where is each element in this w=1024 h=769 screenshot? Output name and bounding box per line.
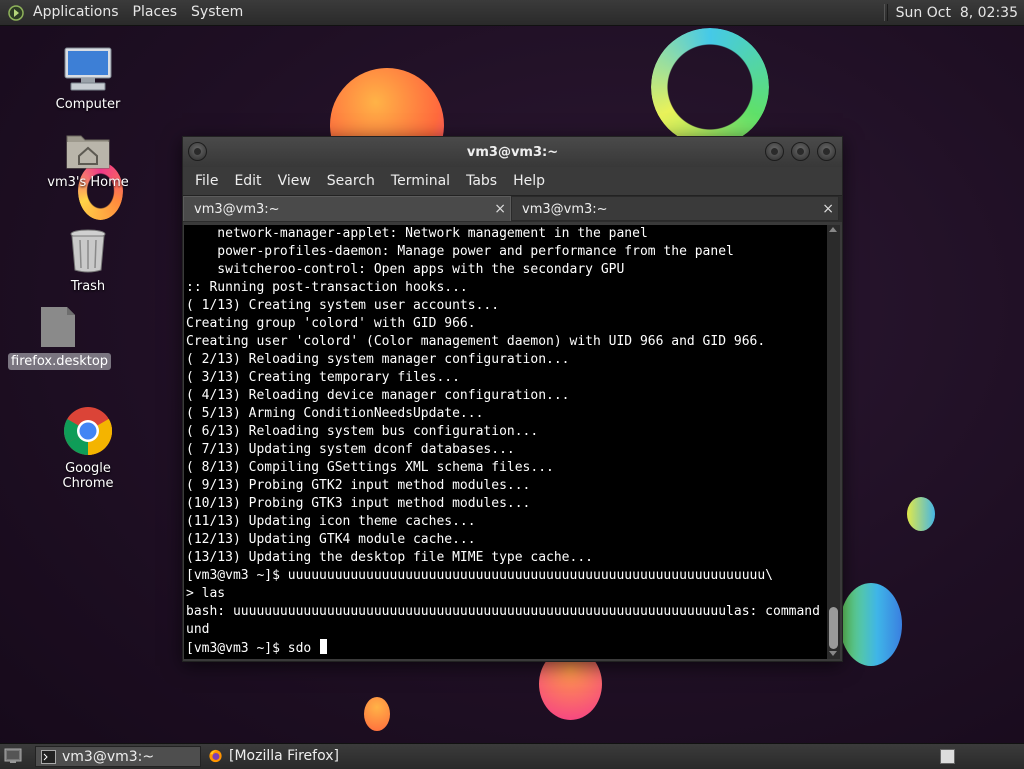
computer-icon bbox=[64, 47, 112, 91]
close-button[interactable] bbox=[817, 142, 836, 161]
terminal-scrollbar[interactable] bbox=[827, 225, 840, 659]
menu-file[interactable]: File bbox=[187, 173, 226, 189]
scroll-down-arrow-icon[interactable] bbox=[829, 651, 837, 656]
menu-edit[interactable]: Edit bbox=[226, 173, 269, 189]
terminal-line: Creating group 'colord' with GID 966. bbox=[186, 316, 476, 331]
desktop-icon-firefox-desktop[interactable]: firefox.desktop bbox=[8, 305, 112, 370]
panel-separator bbox=[883, 4, 888, 21]
chrome-icon bbox=[63, 407, 113, 455]
terminal-line: network-manager-applet: Network manageme… bbox=[186, 226, 648, 241]
terminal-line: ( 4/13) Reloading device manager configu… bbox=[186, 388, 570, 403]
desktop-icon-google-chrome[interactable]: Google Chrome bbox=[38, 406, 138, 492]
taskbar-button-label: vm3@vm3:~ bbox=[62, 749, 155, 765]
show-desktop-icon[interactable] bbox=[4, 748, 22, 764]
terminal-line: (13/13) Updating the desktop file MIME t… bbox=[186, 550, 593, 565]
terminal-line: bash: uuuuuuuuuuuuuuuuuuuuuuuuuuuuuuuuuu… bbox=[186, 604, 827, 619]
terminal-line: ( 5/13) Arming ConditionNeedsUpdate... bbox=[186, 406, 484, 421]
menu-view[interactable]: View bbox=[270, 173, 319, 189]
terminal-line: power-profiles-daemon: Manage power and … bbox=[186, 244, 734, 259]
minimize-button[interactable] bbox=[765, 142, 784, 161]
terminal-prompt-line[interactable]: [vm3@vm3 ~]$ sdo bbox=[186, 639, 827, 657]
menu-terminal[interactable]: Terminal bbox=[383, 173, 458, 189]
clock[interactable]: Sun Oct 8, 02:35 bbox=[896, 5, 1024, 21]
menu-tabs[interactable]: Tabs bbox=[458, 173, 505, 189]
tab-label: vm3@vm3:~ bbox=[194, 202, 280, 217]
terminal-line: ( 3/13) Creating temporary files... bbox=[186, 370, 460, 385]
terminal-line: und bbox=[186, 622, 210, 637]
tab-close-icon[interactable]: × bbox=[494, 197, 506, 222]
top-panel-right: Sun Oct 8, 02:35 bbox=[883, 0, 1024, 25]
desktop-icon-label: vm3's Home bbox=[47, 175, 129, 190]
terminal-line: ( 8/13) Compiling GSettings XML schema f… bbox=[186, 460, 554, 475]
taskbar-button-terminal[interactable]: vm3@vm3:~ bbox=[35, 746, 201, 767]
scrollbar-thumb[interactable] bbox=[829, 607, 838, 649]
terminal-line: switcheroo-control: Open apps with the s… bbox=[186, 262, 625, 277]
top-panel: Applications Places System Sun Oct 8, 02… bbox=[0, 0, 1024, 26]
firefox-icon bbox=[209, 749, 222, 763]
text-cursor bbox=[320, 639, 328, 654]
terminal-line: > las bbox=[186, 586, 226, 601]
terminal-line: (11/13) Updating icon theme caches... bbox=[186, 514, 476, 529]
terminal-line: Creating user 'colord' (Color management… bbox=[186, 334, 766, 349]
menu-help[interactable]: Help bbox=[505, 173, 553, 189]
terminal-line: (10/13) Probing GTK3 input method module… bbox=[186, 496, 531, 511]
terminal-line: (12/13) Updating GTK4 module cache... bbox=[186, 532, 476, 547]
terminal-line: [vm3@vm3 ~]$ uuuuuuuuuuuuuuuuuuuuuuuuuuu… bbox=[186, 568, 773, 583]
maximize-button[interactable] bbox=[791, 142, 810, 161]
terminal-menubar: File Edit View Search Terminal Tabs Help bbox=[183, 167, 842, 195]
terminal-window[interactable]: vm3@vm3:~ File Edit View Search Terminal… bbox=[182, 136, 843, 662]
terminal-icon bbox=[41, 750, 56, 764]
terminal-line: ( 9/13) Probing GTK2 input method module… bbox=[186, 478, 531, 493]
desktop-icon-label: Google Chrome bbox=[62, 461, 114, 491]
wallpaper-green-blob bbox=[907, 497, 935, 531]
wallpaper-blue-blob bbox=[840, 583, 902, 666]
desktop-icon-computer[interactable]: Computer bbox=[38, 46, 138, 113]
tab-close-icon[interactable]: × bbox=[822, 197, 834, 222]
trash-icon bbox=[70, 229, 106, 273]
desktop-icon-label: Trash bbox=[70, 279, 106, 294]
desktop-icon-label: Computer bbox=[55, 97, 121, 112]
workspace-switcher[interactable] bbox=[940, 749, 955, 764]
prompt-text: [vm3@vm3 ~]$ sdo bbox=[186, 641, 320, 656]
tab-label: vm3@vm3:~ bbox=[522, 202, 608, 217]
window-title: vm3@vm3:~ bbox=[466, 145, 559, 160]
terminal-line: :: Running post-transaction hooks... bbox=[186, 280, 468, 295]
taskbar-button-firefox[interactable]: [Mozilla Firefox] bbox=[203, 746, 403, 767]
menu-search[interactable]: Search bbox=[319, 173, 383, 189]
applications-logo-icon[interactable] bbox=[8, 4, 24, 21]
terminal-tab-2[interactable]: vm3@vm3:~ × bbox=[511, 196, 839, 221]
terminal-line: ( 7/13) Updating system dconf databases.… bbox=[186, 442, 515, 457]
terminal-line: ( 2/13) Reloading system manager configu… bbox=[186, 352, 570, 367]
terminal-tab-1[interactable]: vm3@vm3:~ × bbox=[183, 196, 511, 221]
places-menu[interactable]: Places bbox=[126, 0, 185, 25]
terminal-tabbar: vm3@vm3:~ × vm3@vm3:~ × bbox=[183, 195, 842, 222]
applications-menu[interactable]: Applications bbox=[26, 0, 126, 25]
window-titlebar[interactable]: vm3@vm3:~ bbox=[183, 137, 842, 167]
wallpaper-ring bbox=[651, 28, 769, 146]
desktop-icon-label: firefox.desktop bbox=[8, 353, 112, 370]
wallpaper-small-orange-blob bbox=[364, 697, 390, 731]
desktop-icon-trash[interactable]: Trash bbox=[38, 228, 138, 295]
desktop-icon-home[interactable]: vm3's Home bbox=[38, 128, 138, 191]
terminal-output[interactable]: network-manager-applet: Network manageme… bbox=[184, 225, 827, 659]
bottom-panel: vm3@vm3:~ [Mozilla Firefox] bbox=[0, 743, 1024, 769]
scroll-up-arrow-icon[interactable] bbox=[829, 227, 837, 232]
file-icon bbox=[41, 307, 75, 347]
terminal-line: ( 1/13) Creating system user accounts... bbox=[186, 298, 500, 313]
home-folder-icon bbox=[66, 135, 110, 169]
taskbar-button-label: [Mozilla Firefox] bbox=[229, 748, 339, 764]
system-menu[interactable]: System bbox=[184, 0, 250, 25]
terminal-line: ( 6/13) Reloading system bus configurati… bbox=[186, 424, 539, 439]
